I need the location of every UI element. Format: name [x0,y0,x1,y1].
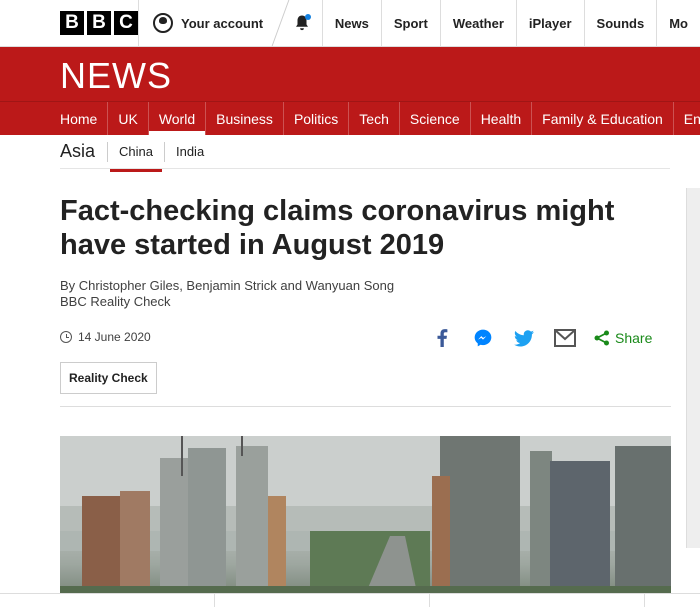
city-skyline-photo [60,436,671,607]
hero-image [60,436,671,607]
news-nav-home[interactable]: Home [50,102,109,135]
secondary-nav: Asia China India [60,135,670,172]
news-nav-politics[interactable]: Politics [284,102,350,135]
email-icon[interactable] [553,326,577,350]
bottom-bar-cell [215,594,430,607]
bbc-logo-letter: C [114,11,138,35]
byline-authors: By Christopher Giles, Benjamin Strick an… [60,278,395,293]
bottom-bar [0,593,700,607]
byline-unit: BBC Reality Check [60,294,171,309]
date-text: 14 June 2020 [78,330,151,344]
news-nav-health[interactable]: Health [471,102,533,135]
bbc-logo[interactable]: B B C [0,0,138,46]
bbc-global-nav: B B C Your account News Sport Weather iP… [0,0,700,47]
section-title[interactable]: Asia [60,141,107,162]
bbc-nav-iplayer[interactable]: iPlayer [515,0,584,46]
bbc-nav: News Sport Weather iPlayer Sounds Mo [321,0,700,46]
bbc-nav-sport[interactable]: Sport [380,0,440,46]
news-nav-business[interactable]: Business [206,102,284,135]
bottom-bar-cell [430,594,645,607]
right-rail-edge [686,188,700,548]
share-label: Share [615,330,653,346]
news-nav-tech[interactable]: Tech [349,102,400,135]
byline: By Christopher Giles, Benjamin Strick an… [60,278,394,310]
article-headline: Fact-checking claims coronavirus might h… [60,195,615,261]
twitter-icon[interactable] [512,326,536,350]
bbc-nav-news[interactable]: News [321,0,381,46]
share-button[interactable]: Share [594,330,652,346]
news-nav-entertainment[interactable]: En [674,102,700,135]
user-icon [153,13,173,33]
account-link[interactable]: Your account [138,0,278,46]
article-date: 14 June 2020 [60,330,151,344]
news-banner: NEWS [0,47,700,101]
topic-tag[interactable]: Reality Check [60,362,157,394]
news-nav-science[interactable]: Science [400,102,471,135]
news-nav-uk[interactable]: UK [108,102,149,135]
news-nav-world[interactable]: World [148,102,207,135]
bottom-bar-cell [0,594,215,607]
divider [60,406,671,407]
bbc-nav-weather[interactable]: Weather [439,0,516,46]
bbc-nav-more[interactable]: Mo [656,0,700,46]
bbc-nav-sounds[interactable]: Sounds [583,0,657,46]
clock-icon [60,331,72,343]
bbc-logo-letter: B [60,11,84,35]
notifications-button[interactable] [281,0,322,46]
news-nav-family-education[interactable]: Family & Education [532,102,674,135]
account-label: Your account [181,15,264,31]
subnav-china[interactable]: China [107,141,164,172]
subnav-india[interactable]: India [163,141,215,162]
facebook-icon[interactable] [430,326,454,350]
share-tools: Share [430,326,652,350]
notification-dot [304,14,311,20]
bbc-logo-letter: B [87,11,111,35]
news-logo[interactable]: NEWS [60,55,172,97]
news-nav: Home UK World Business Politics Tech Sci… [0,101,700,135]
share-icon [594,330,609,346]
messenger-icon[interactable] [471,326,495,350]
